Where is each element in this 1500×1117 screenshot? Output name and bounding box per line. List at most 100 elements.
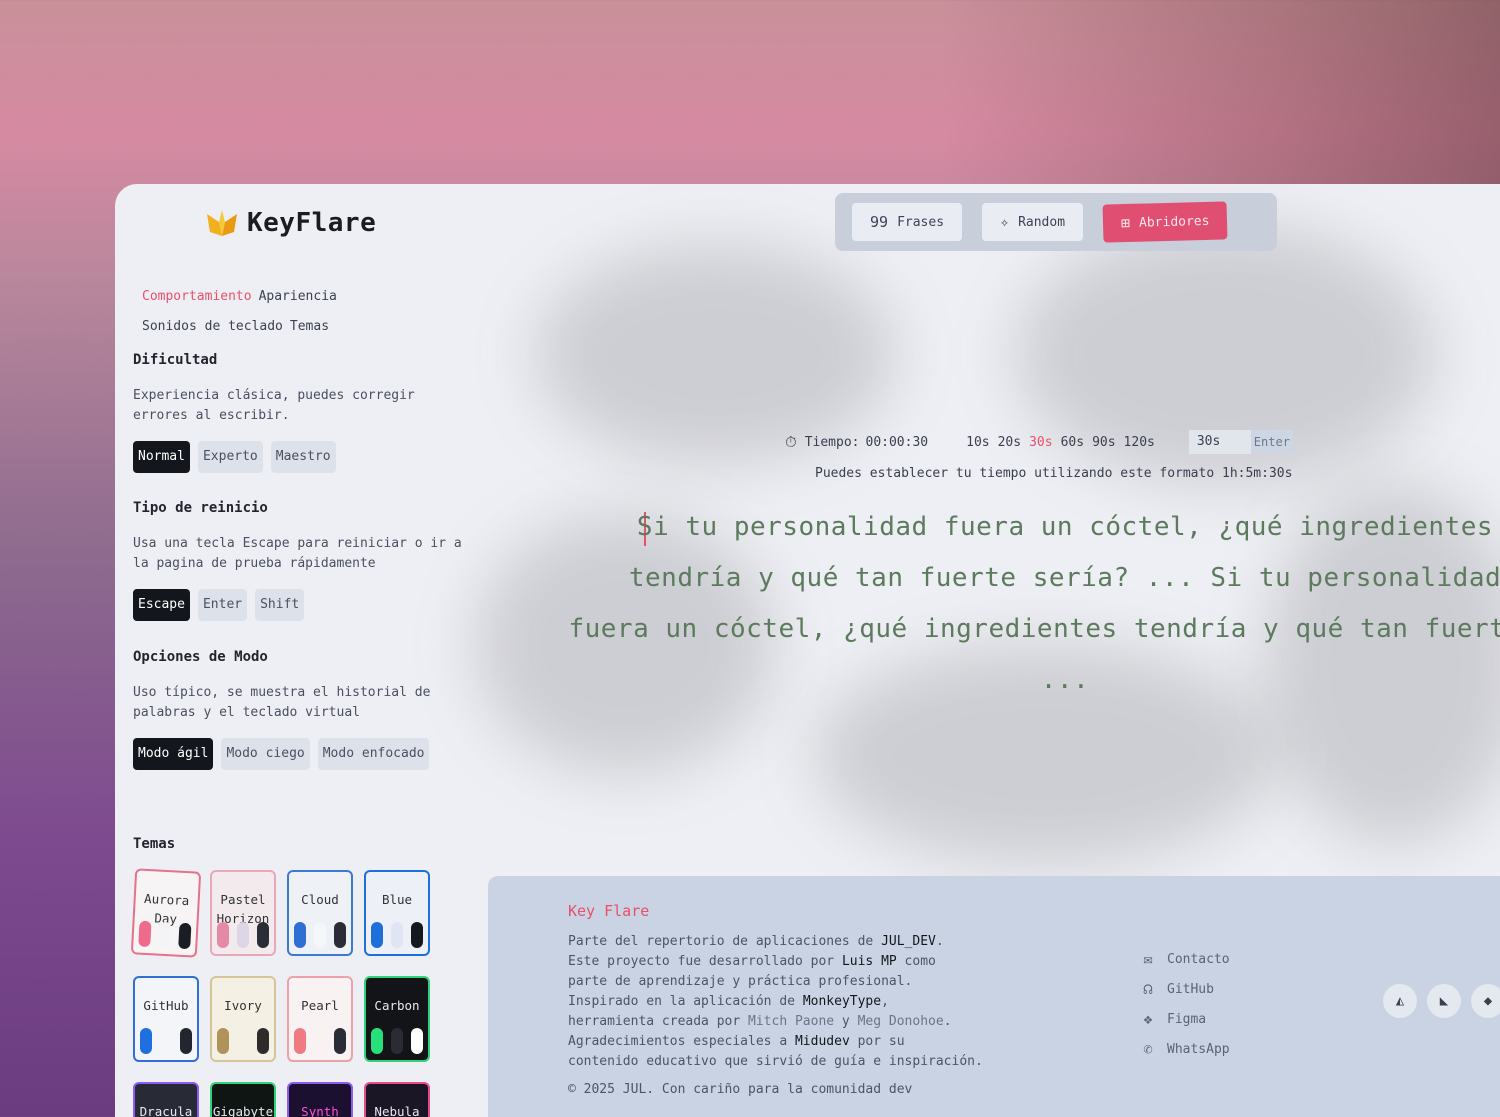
theme-swatch [391,922,403,948]
theme-name: Nebula [374,1104,420,1117]
mode-ciego-button[interactable]: Modo ciego [221,738,310,770]
code-icon[interactable]: ◆ [1471,984,1500,1018]
quote-icon: 99 [870,213,889,231]
restart-options: Escape Enter Shift [133,589,305,621]
theme-swatch [217,1028,229,1054]
difficulty-maestro-button[interactable]: Maestro [270,441,336,473]
timer-preset-20s[interactable]: 20s [998,435,1021,450]
difficulty-normal-button[interactable]: Normal [133,441,190,473]
theme-swatch [217,922,229,948]
settings-tab-comportamiento[interactable]: Comportamiento [142,289,252,304]
mode-frases-button[interactable]: 99 Frases [852,203,963,241]
settings-tab-temas[interactable]: Temas [290,319,329,334]
wolf-icon[interactable]: ◭ [1383,984,1417,1018]
mode-abridores-label: Abridores [1138,213,1210,231]
footer-muted: Meg Donohoe [857,1014,944,1029]
theme-card[interactable]: GitHub [133,976,199,1062]
theme-card[interactable]: Blue [364,870,430,956]
footer-text: parte de aprendizaje y práctica profesio… [568,974,913,989]
theme-card[interactable]: Ivory [210,976,276,1062]
theme-card[interactable]: Pastel Horizon [210,870,276,956]
theme-swatches [371,1028,423,1054]
timer-label: Tiempo: [804,434,860,450]
timer-preset-30s[interactable]: 30s [1029,435,1052,450]
timer-preset-90s[interactable]: 90s [1092,435,1115,450]
timer-value: 00:00:30 [865,434,929,450]
difficulty-options: Normal Experto Maestro [133,441,336,473]
social-buttons: ◭ ◣ ◆ [1383,984,1500,1018]
restart-title: Tipo de reinicio [133,500,268,516]
theme-swatches [138,920,192,950]
theme-swatches [140,1028,192,1054]
timer-preset-60s[interactable]: 60s [1061,435,1084,450]
theme-name: Dracula [139,1104,193,1117]
restart-enter-button[interactable]: Enter [197,589,248,621]
figma-icon: ❖ [1143,1010,1153,1028]
theme-swatches [371,922,423,948]
mode-abridores-button[interactable]: ⊞ Abridores [1102,201,1228,243]
stopwatch-icon: ⏱ [785,433,797,451]
footer-link-figma[interactable]: ❖ Figma [1139,1004,1230,1034]
timer-presets: 10s 20s 30s 60s 90s 120s [966,435,1155,450]
mode-options-buttons: Modo ágil Modo ciego Modo enfocado [133,738,430,770]
mode-random-button[interactable]: ✧ Random [982,203,1084,241]
footer-link-github[interactable]: ☊ GitHub [1139,974,1230,1004]
footer-link-contacto[interactable]: ✉ Contacto [1139,944,1230,974]
footer-highlight: JUL_DEV [881,934,936,949]
restart-escape-button[interactable]: Escape [133,589,190,621]
footer-links: ✉ Contacto ☊ GitHub ❖ Figma ✆ WhatsApp [1139,944,1230,1064]
theme-swatches [294,922,346,948]
keyflare-logo-icon [207,210,237,236]
time-enter-button[interactable]: Enter [1250,430,1293,454]
mode-agil-button[interactable]: Modo ágil [133,738,214,770]
timer-preset-10s[interactable]: 10s [966,435,989,450]
theme-name: GitHub [143,998,189,1013]
footer-link-label: Contacto [1167,951,1230,967]
theme-swatch [158,921,172,949]
theme-card[interactable]: Dracula [133,1082,199,1117]
theme-swatch [160,1028,172,1054]
mode-enfocado-button[interactable]: Modo enfocado [317,738,430,770]
theme-name: Pearl [301,998,339,1013]
theme-card[interactable]: Aurora Day [130,868,202,958]
keyflare-logo-icon[interactable]: ◣ [1427,984,1461,1018]
custom-time-input[interactable]: 30s [1188,430,1251,454]
footer-link-whatsapp[interactable]: ✆ WhatsApp [1139,1034,1229,1064]
theme-name: Ivory [224,998,262,1013]
settings-tab-apariencia[interactable]: Apariencia [259,289,337,304]
theme-card[interactable]: Cloud [287,870,353,956]
mode-random-label: Random [1018,214,1066,230]
theme-card[interactable]: Synth [287,1082,353,1117]
typing-line: Si tu personalidad fuera un cóctel, ¿qué… [636,512,1494,542]
theme-swatch [237,922,249,948]
typing-area[interactable]: Si tu personalidad fuera un cóctel, ¿qué… [568,502,1500,706]
restart-shift-button[interactable]: Shift [255,589,305,621]
restart-description: Usa una tecla Escape para reiniciar o ir… [133,536,462,571]
theme-swatch [294,1028,306,1054]
mode-options-description: Uso típico, se muestra el historial de p… [133,685,431,720]
settings-tab-sonidos[interactable]: Sonidos de teclado [142,319,283,334]
theme-swatches [217,1028,269,1054]
footer-text: , [881,994,889,1009]
theme-card[interactable]: Carbon [364,976,430,1062]
theme-card[interactable]: Nebula [364,1082,430,1117]
footer-link-label: GitHub [1167,981,1214,997]
difficulty-experto-button[interactable]: Experto [197,441,263,473]
timer-preset-120s[interactable]: 120s [1124,435,1155,450]
whatsapp-icon: ✆ [1143,1040,1153,1058]
footer-text: Este proyecto fue desarrollado por [568,954,842,969]
theme-swatch [180,1028,192,1054]
footer-text: y [834,1014,858,1029]
theme-card[interactable]: Gigabyte [210,1082,276,1117]
theme-swatches [217,922,269,948]
theme-swatch [314,922,326,948]
theme-card[interactable]: Pearl [287,976,353,1062]
theme-swatch [371,1028,383,1054]
footer-highlight: Midudev [794,1034,850,1049]
mode-options-title: Opciones de Modo [133,649,268,665]
app-logo[interactable]: KeyFlare [207,208,376,238]
theme-name: Carbon [374,998,420,1013]
theme-swatch [178,922,192,950]
difficulty-title: Dificultad [133,352,218,368]
theme-swatch [371,922,383,948]
